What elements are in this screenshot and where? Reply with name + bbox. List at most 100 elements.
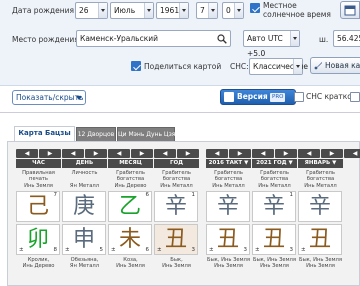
stem-cell[interactable]: 庚 xyxy=(62,191,106,222)
branch-number: 6 xyxy=(145,247,150,253)
branch-cell[interactable]: 卯 8 ± xyxy=(16,224,60,255)
tab-qi-men-dun-jia[interactable]: Ци Мэнь Дунь Цзя xyxy=(117,127,175,141)
pillar-ten-god: Правильная печать xyxy=(22,170,55,182)
arrow-right-icon[interactable]: ▶ xyxy=(85,149,107,158)
branch-element: Инь Земля xyxy=(214,263,243,269)
luck-header[interactable]: 2021 ГОД ▼ xyxy=(252,159,297,168)
latitude-input[interactable]: 56.425 xyxy=(333,30,360,47)
arrow-left-icon[interactable]: ◀ xyxy=(252,149,274,158)
version-checkbox[interactable] xyxy=(224,92,234,102)
bazi-chart-panel: ◀ ▶ ◀ ▶ ◀ ▶ ◀ ▶ ◀ ▶ ◀ ▶ ◀ ▶ ◀ ЧАС Правил… xyxy=(7,141,360,286)
arrow-right-icon[interactable]: ▶ xyxy=(39,149,61,158)
branch-glyph: 丑 xyxy=(308,227,331,252)
chevron-down-icon xyxy=(144,3,153,18)
chevron-down-icon xyxy=(179,3,188,18)
sns-select[interactable]: Классические xyxy=(249,58,308,75)
luck-header[interactable]: ЯНВАРЬ ▼ xyxy=(298,159,343,168)
branch-cell[interactable]: 丑 3 ± xyxy=(154,224,198,255)
arrow-left-icon[interactable]: ◀ xyxy=(344,149,360,158)
luck-ten-god: Грабитель богатства xyxy=(260,170,289,182)
element-icon: ± xyxy=(157,247,162,253)
show-hide-label: Показать/скрыть xyxy=(16,93,84,102)
arrow-left-icon[interactable]: ◀ xyxy=(62,149,84,158)
luck-header[interactable]: 2016 ТАКТ ▼ xyxy=(206,159,251,168)
branch-cell[interactable]: 丑 ± xyxy=(298,224,342,255)
element-icon: ± xyxy=(209,247,214,253)
arrow-right-icon[interactable]: ▶ xyxy=(229,149,251,158)
pillar-ten-god: Грабитель богатства xyxy=(162,170,191,182)
arrow-right-icon[interactable]: ▶ xyxy=(131,149,153,158)
arrow-left-icon[interactable]: ◀ xyxy=(206,149,228,158)
solar-time-checkbox[interactable] xyxy=(250,3,260,13)
arrow-right-icon[interactable]: ▶ xyxy=(275,149,297,158)
version-label: Версия xyxy=(237,92,268,101)
year-value: 1961 xyxy=(160,6,180,15)
luck-stem-element: Инь Металл xyxy=(304,183,337,189)
element-icon: ± xyxy=(301,247,306,253)
new-card-button[interactable]: Новая кар xyxy=(310,57,360,74)
stem-glyph: 己 xyxy=(26,194,49,219)
stem-cell[interactable]: 辛 xyxy=(298,191,342,222)
new-card-label: Новая кар xyxy=(325,61,360,70)
share-card-label: Поделиться картой xyxy=(144,62,222,71)
stem-glyph: 辛 xyxy=(164,194,187,219)
pillar-header: ЧАС xyxy=(16,159,61,168)
tab-label: 12 Дворцов xyxy=(77,131,115,138)
year-select[interactable]: 1961 xyxy=(156,2,189,19)
arrow-left-icon[interactable]: ◀ xyxy=(16,149,38,158)
branch-glyph: 未 xyxy=(118,227,141,252)
arrow-right-icon[interactable]: ▶ xyxy=(321,149,343,158)
element-icon: ± xyxy=(19,247,24,253)
tab-bazi-card[interactable]: Карта Бацзы xyxy=(14,126,75,141)
branch-element: Инь Земля xyxy=(306,263,335,269)
element-icon: ± xyxy=(111,247,116,253)
branch-glyph: 丑 xyxy=(216,227,239,252)
stem-cell[interactable]: 己7 xyxy=(16,191,60,222)
gender-checkbox[interactable] xyxy=(350,92,360,102)
luck-ten-god: Грабитель богатства xyxy=(214,170,243,182)
stem-number: 1 xyxy=(191,192,196,198)
tab-label: Карта Бацзы xyxy=(18,129,71,137)
tab-12-palaces[interactable]: 12 Дворцов xyxy=(76,127,116,141)
stem-number: 1 xyxy=(289,192,294,198)
calendar-button[interactable] xyxy=(340,1,360,19)
share-card-checkbox[interactable] xyxy=(131,61,141,71)
stem-cell[interactable]: 乙6 xyxy=(108,191,152,222)
stem-cell[interactable]: 辛1 xyxy=(252,191,296,222)
chevron-down-icon xyxy=(290,31,299,46)
branch-cell[interactable]: 丑 3 ± xyxy=(206,224,250,255)
minute-value: 0 xyxy=(226,6,231,15)
month-value: Июль xyxy=(114,6,136,15)
search-icon[interactable] xyxy=(217,34,227,44)
pillar-header: ДЕНЬ xyxy=(62,159,107,168)
latitude-label: ш. xyxy=(319,35,329,44)
branch-glyph: 卯 xyxy=(26,227,49,252)
branch-cell[interactable]: 申 5 ± xyxy=(62,224,106,255)
arrow-left-icon[interactable]: ◀ xyxy=(108,149,130,158)
branch-cell[interactable]: 未 6 ± xyxy=(108,224,152,255)
stem-cell[interactable]: 辛1 xyxy=(154,191,198,222)
chevron-down-icon xyxy=(208,3,217,18)
stem-cell[interactable]: 辛 xyxy=(206,191,250,222)
tab-label: Ци Мэнь Дунь Цзя xyxy=(118,131,176,138)
branch-glyph: 申 xyxy=(72,227,95,252)
arrow-left-icon[interactable]: ◀ xyxy=(298,149,320,158)
element-icon: ± xyxy=(255,247,260,253)
luck-stem-element: Инь Металл xyxy=(258,183,291,189)
arrow-left-icon[interactable]: ◀ xyxy=(154,149,176,158)
version-toggle[interactable]: Версия PRO xyxy=(220,89,296,105)
sns-short-checkbox[interactable] xyxy=(294,92,304,102)
branch-number: 3 xyxy=(289,247,294,253)
timezone-select[interactable]: Авто UTC +5.0 xyxy=(243,30,300,58)
day-select[interactable]: 26 xyxy=(75,2,108,19)
arrow-right-icon[interactable]: ▶ xyxy=(177,149,199,158)
month-select[interactable]: Июль xyxy=(110,2,154,19)
minute-select[interactable]: 0 xyxy=(222,2,244,19)
place-input[interactable]: Каменск-Уральский xyxy=(76,30,231,47)
branch-cell[interactable]: 丑 3 ± xyxy=(252,224,296,255)
pillar-ten-god: Личность xyxy=(71,170,98,176)
hour-select[interactable]: 7 xyxy=(196,2,218,19)
show-hide-button[interactable]: Показать/скрыть xyxy=(12,90,86,105)
luck-ten-god: Грабитель богатства xyxy=(306,170,335,182)
solar-time-label: Местное солнечное время xyxy=(263,1,331,19)
